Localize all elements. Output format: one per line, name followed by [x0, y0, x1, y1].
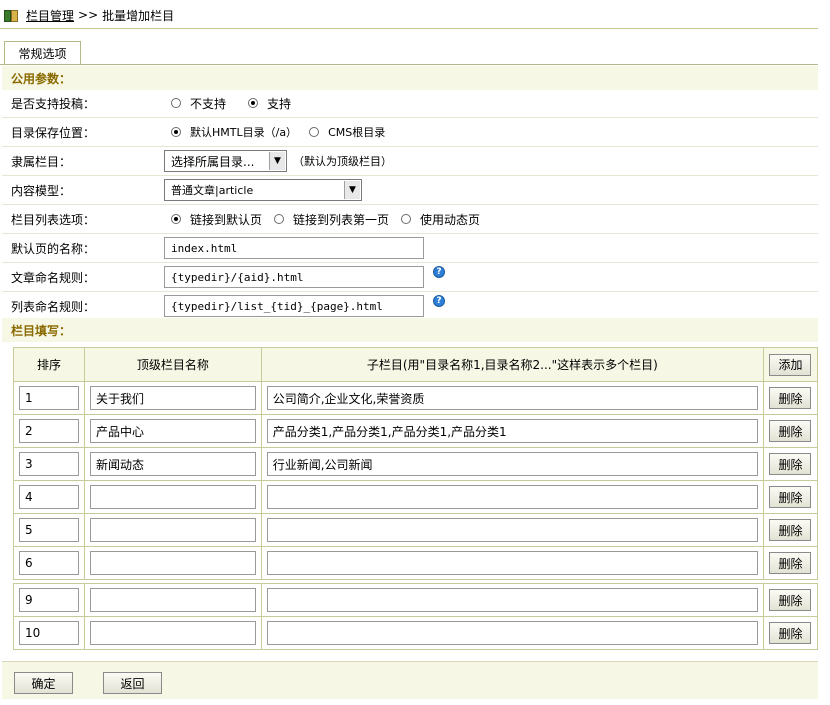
- row-allow-submit: 是否支持投稿： 不支持 支持: [2, 89, 818, 118]
- radio-checked-icon: [171, 127, 181, 137]
- breadcrumb-root-link[interactable]: 栏目管理: [26, 7, 74, 24]
- back-button[interactable]: 返回: [103, 672, 162, 694]
- grid-header-children: 子栏目(用"目录名称1,目录名称2..."这样表示多个栏目): [260, 347, 764, 382]
- default-page-input[interactable]: index.html: [164, 237, 424, 259]
- subcategory-input[interactable]: 公司简介,企业文化,荣誉资质: [266, 386, 758, 410]
- category-name-input[interactable]: 产品中心: [89, 419, 256, 443]
- subcategory-input[interactable]: [266, 485, 758, 509]
- subcategory-input[interactable]: [266, 551, 758, 575]
- category-name-input[interactable]: [89, 551, 256, 575]
- table-row: 5 删除: [13, 513, 819, 547]
- chevron-down-icon: ▼: [344, 181, 360, 199]
- table-row: 6 删除: [13, 546, 819, 580]
- list-option-dynamic-radio[interactable]: 使用动态页: [401, 211, 480, 228]
- save-location-root-radio[interactable]: CMS根目录: [309, 124, 385, 140]
- category-name-input[interactable]: 关于我们: [89, 386, 256, 410]
- order-input[interactable]: 6: [19, 551, 79, 575]
- list-option-first-page-radio[interactable]: 链接到列表第一页: [274, 211, 389, 228]
- table-row: 9 删除: [13, 583, 819, 617]
- delete-row-button[interactable]: 删除: [769, 453, 812, 475]
- allow-submit-yes-radio[interactable]: 支持: [248, 95, 291, 112]
- subcategory-input[interactable]: [266, 621, 758, 645]
- row-parent: 隶属栏目： 选择所属目录... ▼ （默认为顶级栏目）: [2, 147, 818, 176]
- common-section-title: 公用参数：: [2, 66, 818, 90]
- row-default-page: 默认页的名称： index.html: [2, 234, 818, 263]
- radio-icon: [274, 214, 285, 224]
- row-article-rule: 文章命名规则： {typedir}/{aid}.html ?: [2, 263, 818, 292]
- delete-row-button[interactable]: 删除: [769, 589, 812, 611]
- tab-general[interactable]: 常规选项: [4, 41, 81, 65]
- allow-submit-label: 是否支持投稿：: [11, 96, 96, 111]
- table-row: 10 删除: [13, 616, 819, 650]
- grid-header-name: 顶级栏目名称: [83, 347, 262, 382]
- subcategory-input[interactable]: 行业新闻,公司新闻: [266, 452, 758, 476]
- save-location-default-radio[interactable]: 默认HMTL目录（/a）: [171, 124, 297, 140]
- add-row-button[interactable]: 添加: [769, 353, 812, 376]
- form-footer: 确定 返回: [2, 661, 818, 699]
- model-label: 内容模型：: [11, 183, 72, 198]
- order-input[interactable]: 2: [19, 419, 79, 443]
- category-name-input[interactable]: [89, 621, 256, 645]
- grid-header-order: 排序: [13, 347, 85, 382]
- category-grid: 排序 顶级栏目名称 子栏目(用"目录名称1,目录名称2..."这样表示多个栏目)…: [13, 347, 819, 650]
- save-location-label: 目录保存位置：: [11, 125, 96, 140]
- table-row: 3 新闻动态 行业新闻,公司新闻 删除: [13, 447, 819, 481]
- allow-submit-no-radio[interactable]: 不支持: [171, 95, 226, 112]
- radio-icon: [401, 214, 412, 224]
- table-row: 1 关于我们 公司简介,企业文化,荣誉资质 删除: [13, 381, 819, 415]
- order-input[interactable]: 5: [19, 518, 79, 542]
- confirm-button[interactable]: 确定: [14, 672, 73, 694]
- row-save-location: 目录保存位置： 默认HMTL目录（/a） CMS根目录: [2, 118, 818, 147]
- delete-row-button[interactable]: 删除: [769, 486, 812, 508]
- list-rule-input[interactable]: {typedir}/list_{tid}_{page}.html: [164, 295, 424, 317]
- radio-checked-icon: [248, 98, 259, 108]
- row-model: 内容模型： 普通文章|article ▼: [2, 176, 818, 205]
- tab-divider: [0, 64, 818, 65]
- category-name-input[interactable]: [89, 588, 256, 612]
- category-name-input[interactable]: [89, 518, 256, 542]
- breadcrumb-divider: [0, 28, 818, 29]
- order-input[interactable]: 4: [19, 485, 79, 509]
- radio-checked-icon: [171, 214, 181, 224]
- delete-row-button[interactable]: 删除: [769, 420, 812, 442]
- article-rule-label: 文章命名规则：: [11, 270, 96, 285]
- breadcrumb: 栏目管理 >> 批量增加栏目: [4, 4, 174, 26]
- order-input[interactable]: 9: [19, 588, 79, 612]
- table-row: 4 删除: [13, 480, 819, 514]
- breadcrumb-current: 批量增加栏目: [102, 8, 175, 23]
- article-rule-input[interactable]: {typedir}/{aid}.html: [164, 266, 424, 288]
- delete-row-button[interactable]: 删除: [769, 387, 812, 409]
- row-list-rule: 列表命名规则： {typedir}/list_{tid}_{page}.html…: [2, 292, 818, 321]
- book-icon: [4, 9, 18, 22]
- radio-icon: [171, 98, 181, 108]
- breadcrumb-separator: >>: [78, 8, 99, 22]
- radio-icon: [309, 127, 320, 137]
- list-option-label: 栏目列表选项：: [11, 212, 96, 227]
- category-name-input[interactable]: 新闻动态: [89, 452, 256, 476]
- table-row: 2 产品中心 产品分类1,产品分类1,产品分类1,产品分类1 删除: [13, 414, 819, 448]
- subcategory-input[interactable]: 产品分类1,产品分类1,产品分类1,产品分类1: [266, 419, 758, 443]
- chevron-down-icon: ▼: [269, 152, 285, 170]
- subcategory-input[interactable]: [266, 588, 758, 612]
- model-select[interactable]: 普通文章|article ▼: [164, 179, 362, 201]
- parent-label: 隶属栏目：: [11, 154, 72, 169]
- parent-select[interactable]: 选择所属目录... ▼: [164, 150, 287, 172]
- category-name-input[interactable]: [89, 485, 256, 509]
- order-input[interactable]: 1: [19, 386, 79, 410]
- order-input[interactable]: 10: [19, 621, 79, 645]
- help-icon[interactable]: ?: [433, 266, 445, 278]
- grid-header-add-cell: 添加: [762, 347, 819, 382]
- default-page-label: 默认页的名称：: [11, 241, 96, 256]
- parent-note: （默认为顶级栏目）: [293, 155, 392, 168]
- list-rule-label: 列表命名规则：: [11, 299, 96, 314]
- delete-row-button[interactable]: 删除: [769, 552, 812, 574]
- help-icon[interactable]: ?: [433, 295, 445, 307]
- list-option-default-radio[interactable]: 链接到默认页: [171, 211, 262, 228]
- delete-row-button[interactable]: 删除: [769, 622, 812, 644]
- subcategory-input[interactable]: [266, 518, 758, 542]
- order-input[interactable]: 3: [19, 452, 79, 476]
- fill-section-title: 栏目填写：: [2, 318, 818, 342]
- delete-row-button[interactable]: 删除: [769, 519, 812, 541]
- row-list-option: 栏目列表选项： 链接到默认页 链接到列表第一页 使用动态页: [2, 205, 818, 234]
